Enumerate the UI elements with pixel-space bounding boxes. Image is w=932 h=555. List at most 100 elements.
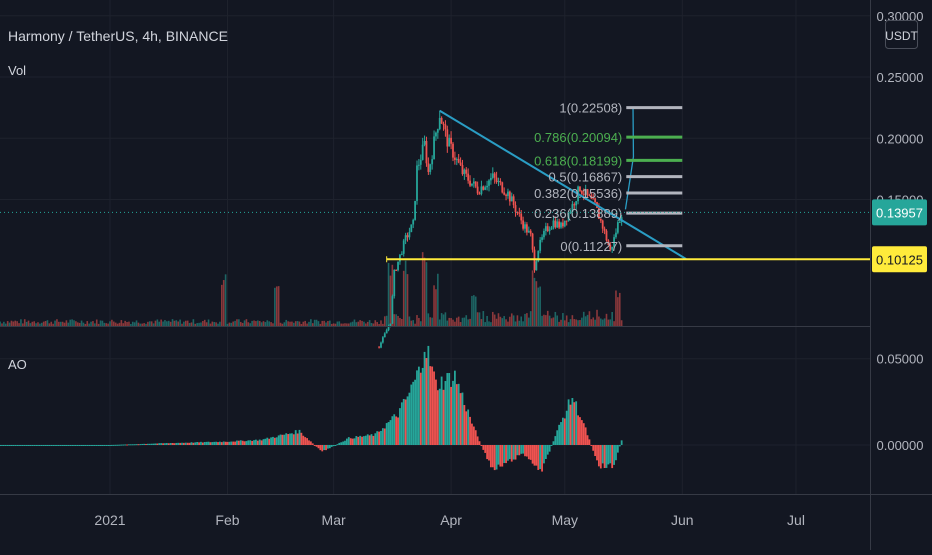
volume-bar bbox=[29, 323, 32, 326]
candle-body bbox=[446, 129, 449, 147]
candle-body bbox=[391, 296, 394, 324]
volume-bar bbox=[82, 322, 85, 326]
ao-bar bbox=[603, 445, 606, 469]
ao-bar bbox=[164, 443, 166, 445]
volume-bar bbox=[164, 320, 166, 326]
ao-bar bbox=[421, 367, 424, 445]
candle-body bbox=[560, 222, 562, 228]
candle-body bbox=[522, 220, 525, 229]
candle-body bbox=[512, 196, 515, 206]
ao-bar bbox=[508, 445, 511, 460]
volume-bar bbox=[183, 321, 185, 326]
volume-bar bbox=[73, 320, 75, 326]
volume-bar bbox=[14, 320, 17, 326]
candle-body bbox=[440, 117, 443, 124]
ao-bar bbox=[211, 442, 214, 445]
trading-chart[interactable]: 1(0.22508) 0.786(0.20094) 0.618(0.18199) 0.… bbox=[0, 0, 932, 550]
ao-bar bbox=[344, 440, 346, 445]
volume-bar bbox=[349, 322, 352, 326]
volume-bar bbox=[338, 321, 341, 326]
volume-bar bbox=[342, 323, 344, 326]
candle-body bbox=[448, 137, 451, 147]
volume-bar bbox=[221, 284, 223, 326]
ao-bar bbox=[82, 445, 85, 446]
ao-bar bbox=[304, 437, 307, 445]
volume-bar bbox=[190, 322, 193, 326]
ao-bar bbox=[65, 445, 68, 446]
candle-body bbox=[535, 261, 538, 271]
ao-bar bbox=[607, 445, 610, 465]
currency-button[interactable]: USDT bbox=[885, 20, 919, 49]
ao-bar bbox=[54, 445, 56, 446]
volume-bar bbox=[294, 321, 297, 326]
volume-bar bbox=[372, 323, 375, 326]
ao-bar bbox=[198, 442, 200, 445]
volume-bar bbox=[385, 315, 388, 326]
volume-legend-label[interactable]: Vol bbox=[8, 63, 26, 78]
ao-bar bbox=[201, 442, 204, 445]
candle-body bbox=[518, 212, 521, 214]
candle-body bbox=[476, 186, 479, 194]
volume-bar bbox=[50, 321, 53, 326]
ao-bar bbox=[404, 399, 407, 445]
candle-body bbox=[378, 346, 380, 348]
candle-body bbox=[488, 180, 490, 186]
volume-bar bbox=[461, 317, 464, 326]
volume-bar bbox=[617, 297, 619, 326]
volume-bar bbox=[365, 323, 367, 326]
ao-bar bbox=[264, 438, 267, 445]
ao-bar bbox=[165, 443, 168, 445]
volume-bar bbox=[300, 323, 303, 326]
ao-bar bbox=[327, 445, 329, 449]
candle-body bbox=[421, 144, 424, 160]
ao-bar bbox=[128, 444, 130, 446]
volume-bar bbox=[59, 321, 62, 326]
volume-bar bbox=[603, 318, 606, 326]
ao-bar bbox=[378, 431, 380, 445]
ao-bar bbox=[381, 428, 384, 445]
volume-bar bbox=[185, 320, 187, 326]
volume-bar bbox=[562, 313, 564, 326]
ao-bar bbox=[209, 442, 212, 445]
volume-bar bbox=[315, 319, 318, 326]
ao-bar bbox=[571, 398, 574, 445]
ao-bar bbox=[241, 440, 244, 445]
ao-bar bbox=[507, 445, 509, 461]
ao-bar bbox=[194, 442, 197, 445]
candle-body bbox=[539, 239, 542, 251]
ao-bar bbox=[95, 445, 98, 446]
volume-bar bbox=[114, 322, 117, 326]
volume-bar bbox=[167, 320, 170, 326]
volume-bar bbox=[529, 311, 532, 326]
symbol-title[interactable]: Harmony / TetherUS, 4h, BINANCE bbox=[8, 28, 228, 44]
volume-bar bbox=[323, 320, 325, 326]
ao-legend-label[interactable]: AO bbox=[8, 357, 27, 372]
ao-bar bbox=[579, 417, 581, 445]
ao-bar bbox=[215, 441, 218, 445]
volume-bar bbox=[0, 321, 1, 326]
x-tick-label: Mar bbox=[322, 512, 346, 528]
ao-bar bbox=[266, 437, 269, 445]
volume-bar bbox=[291, 321, 293, 326]
volume-bar bbox=[171, 319, 174, 326]
candle-body bbox=[543, 230, 545, 238]
ao-bar bbox=[190, 442, 193, 445]
ao-bar bbox=[205, 441, 208, 445]
ao-bar bbox=[192, 442, 195, 445]
volume-bar bbox=[319, 323, 322, 326]
volume-bar bbox=[152, 323, 155, 326]
ao-bar bbox=[137, 444, 140, 446]
volume-bar bbox=[156, 319, 159, 326]
ao-bar bbox=[23, 445, 26, 446]
volume-bar bbox=[257, 320, 259, 326]
volume-bar bbox=[613, 321, 615, 326]
ao-bar bbox=[61, 445, 64, 446]
volume-bar bbox=[52, 323, 54, 326]
ao-bar bbox=[152, 443, 155, 445]
ao-bar bbox=[219, 441, 221, 445]
volume-bar bbox=[389, 275, 392, 326]
ao-bar bbox=[580, 420, 583, 445]
candle-body bbox=[474, 181, 477, 187]
ao-bar bbox=[154, 443, 157, 445]
ao-bar bbox=[183, 442, 185, 445]
